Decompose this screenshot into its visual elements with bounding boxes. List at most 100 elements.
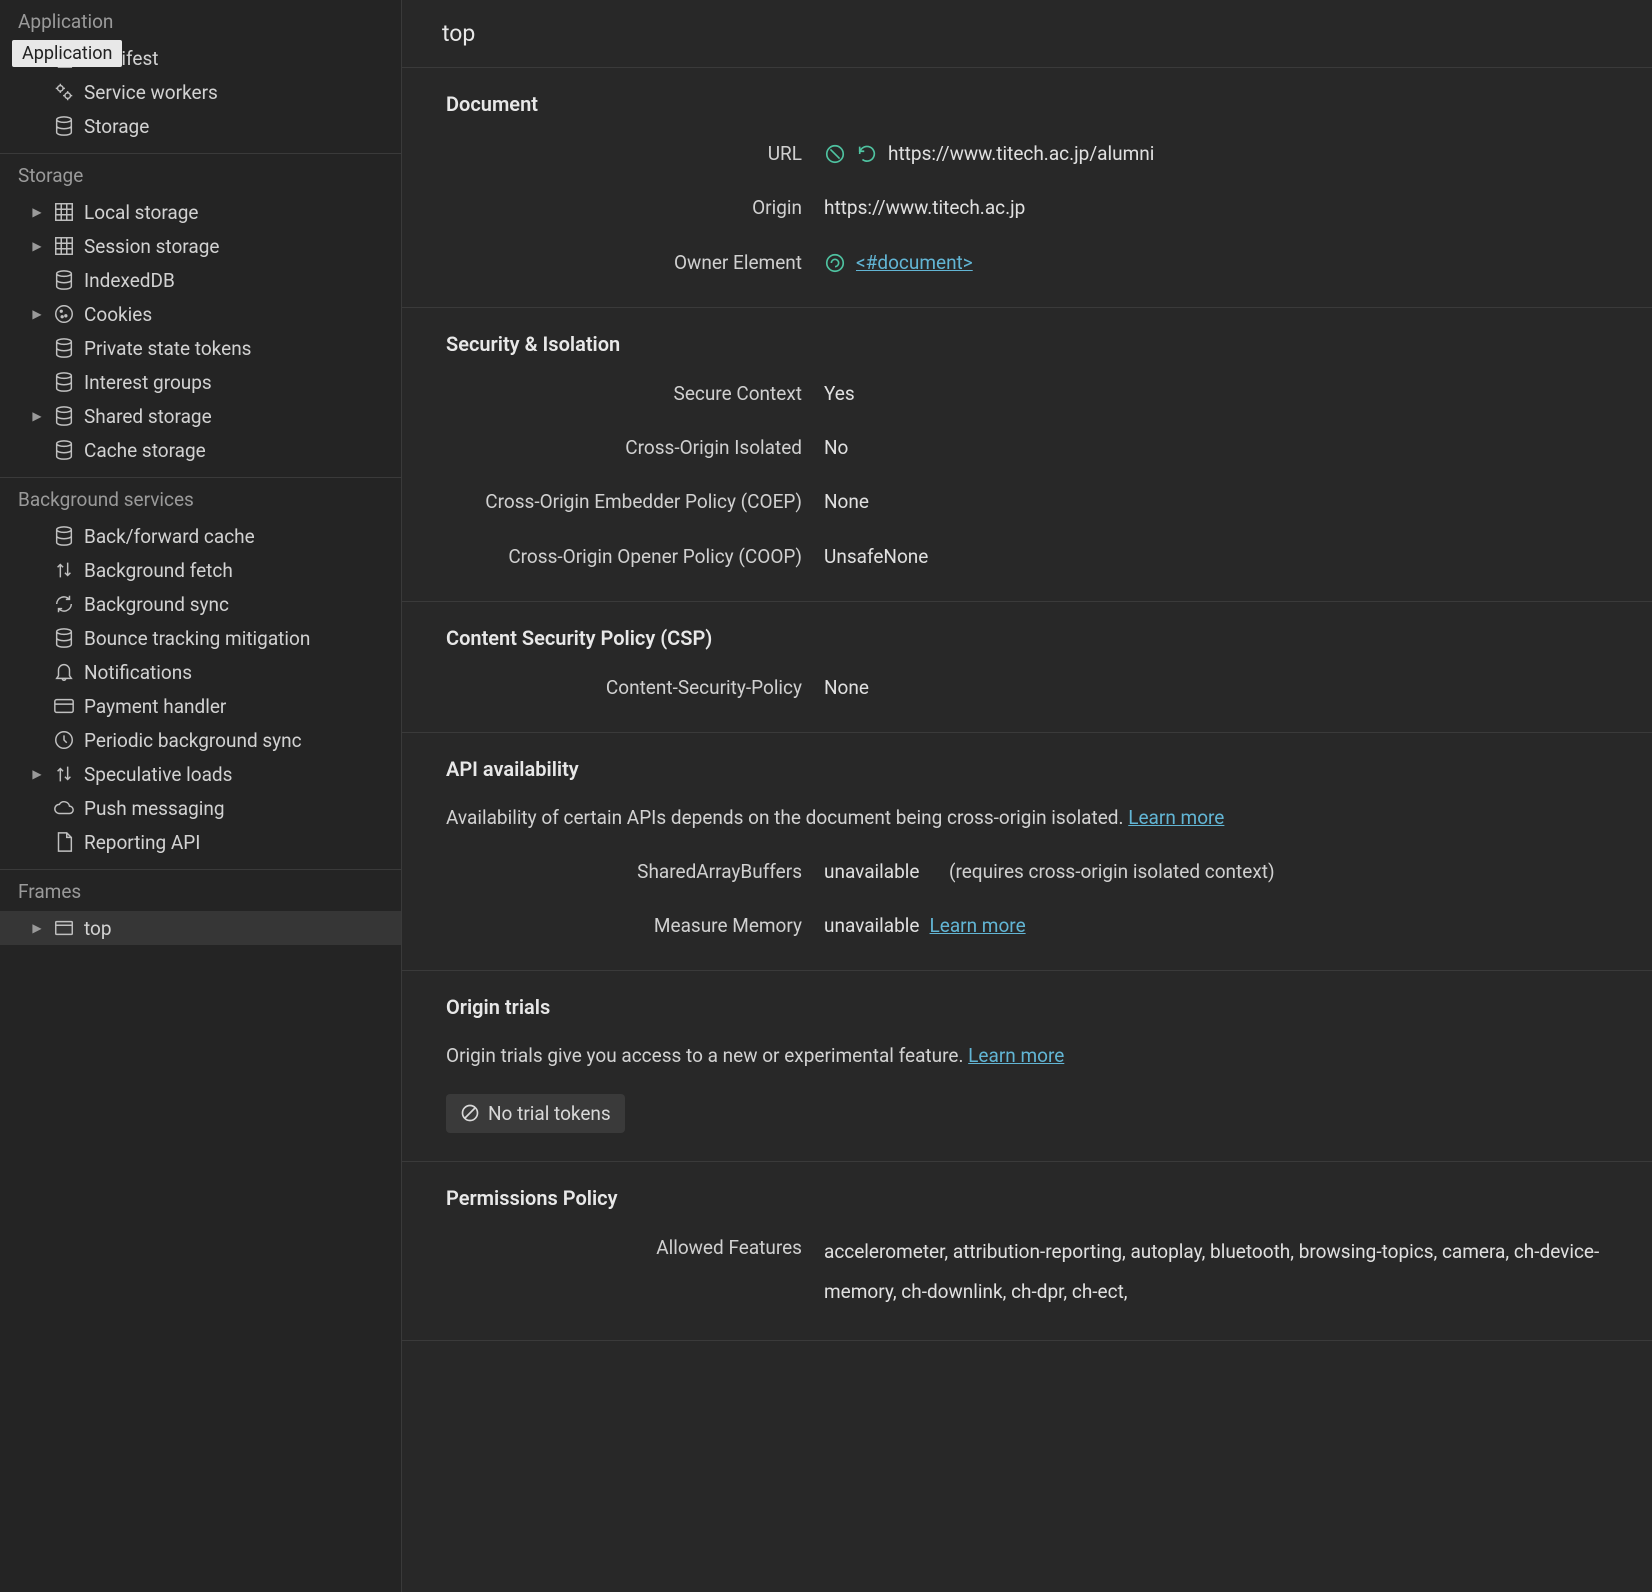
sidebar-item-shared-storage[interactable]: ▶ Shared storage (0, 399, 401, 433)
origintrials-learn-link[interactable]: Learn more (968, 1044, 1064, 1067)
security-heading: Security & Isolation (446, 332, 1608, 356)
gears-icon (52, 80, 76, 104)
sidebar-item-periodic-background-sync[interactable]: ▶Periodic background sync (0, 723, 401, 757)
db-icon (52, 114, 76, 138)
sidebar-item-interest-groups[interactable]: ▶Interest groups (0, 365, 401, 399)
grid-icon (52, 234, 76, 258)
chevron-right-icon[interactable]: ▶ (30, 921, 44, 935)
sidebar-item-service-workers[interactable]: ▶Service workers (0, 75, 401, 109)
sidebar-item-private-state-tokens[interactable]: ▶Private state tokens (0, 331, 401, 365)
sidebar-item-background-sync[interactable]: ▶Background sync (0, 587, 401, 621)
db-icon (52, 438, 76, 462)
updown-icon (52, 762, 76, 786)
sidebar-item-cookies[interactable]: ▶ Cookies (0, 297, 401, 331)
sidebar-item-label: Cookies (84, 303, 152, 326)
coi-value: No (824, 432, 848, 464)
sidebar-item-cache-storage[interactable]: ▶Cache storage (0, 433, 401, 467)
sidebar-item-storage[interactable]: ▶Storage (0, 109, 401, 143)
main-content: top Document URL https://www.titech.ac.j… (402, 0, 1652, 1592)
api-desc: Availability of certain APIs depends on … (446, 803, 1608, 833)
ban-icon (460, 1103, 480, 1123)
permissions-heading: Permissions Policy (446, 1186, 1608, 1210)
sidebar-item-label: Session storage (84, 235, 219, 258)
db-icon (52, 404, 76, 428)
db-icon (52, 268, 76, 292)
sidebar-item-push-messaging[interactable]: ▶Push messaging (0, 791, 401, 825)
section-header: Frames (0, 869, 401, 911)
sidebar-item-background-fetch[interactable]: ▶Background fetch (0, 553, 401, 587)
sidebar-item-speculative-loads[interactable]: ▶Speculative loads (0, 757, 401, 791)
coop-value: UnsafeNone (824, 541, 928, 573)
no-trial-pill: No trial tokens (446, 1094, 625, 1133)
csp-panel: Content Security Policy (CSP) Content-Se… (402, 602, 1652, 733)
sidebar-item-label: Private state tokens (84, 337, 252, 360)
sab-value: unavailable (824, 856, 920, 888)
chevron-right-icon[interactable]: ▶ (30, 409, 44, 423)
sidebar-item-label: Bounce tracking mitigation (84, 627, 310, 650)
tooltip: Application (12, 40, 122, 67)
sidebar-item-top[interactable]: ▶top (0, 911, 401, 945)
sidebar: Application Application▶Manifest▶Service… (0, 0, 402, 1592)
updown-icon (52, 558, 76, 582)
owner-label: Owner Element (446, 247, 824, 279)
sab-label: SharedArrayBuffers (446, 856, 824, 888)
frame-icon (52, 916, 76, 940)
refresh-icon[interactable] (856, 143, 878, 165)
section-header: Background services (0, 477, 401, 519)
sidebar-item-label: Notifications (84, 661, 192, 684)
stop-icon[interactable] (824, 143, 846, 165)
api-panel: API availability Availability of certain… (402, 733, 1652, 971)
sidebar-item-local-storage[interactable]: ▶Local storage (0, 195, 401, 229)
sidebar-item-payment-handler[interactable]: ▶Payment handler (0, 689, 401, 723)
clock-icon (52, 728, 76, 752)
sidebar-item-bounce-tracking-mitigation[interactable]: ▶Bounce tracking mitigation (0, 621, 401, 655)
sidebar-item-label: Cache storage (84, 439, 206, 462)
sab-hint: (requires cross-origin isolated context) (949, 856, 1275, 888)
allowed-label: Allowed Features (446, 1232, 824, 1264)
sidebar-item-label: Shared storage (84, 405, 212, 428)
target-icon[interactable] (824, 252, 846, 274)
mm-learn-link[interactable]: Learn more (930, 910, 1026, 942)
doc-icon (52, 830, 76, 854)
origintrials-desc: Origin trials give you access to a new o… (446, 1041, 1608, 1071)
sidebar-item-label: Background fetch (84, 559, 233, 582)
chevron-right-icon[interactable]: ▶ (30, 205, 44, 219)
sidebar-item-label: Service workers (84, 81, 218, 104)
sidebar-item-session-storage[interactable]: ▶ Session storage (0, 229, 401, 263)
chevron-right-icon[interactable]: ▶ (30, 307, 44, 321)
chevron-right-icon[interactable]: ▶ (30, 767, 44, 781)
frame-title: top (402, 0, 1652, 68)
bell-icon (52, 660, 76, 684)
sidebar-item-indexeddb[interactable]: ▶IndexedDB (0, 263, 401, 297)
document-heading: Document (446, 92, 1608, 116)
sidebar-item-label: Push messaging (84, 797, 225, 820)
sidebar-item-label: Background sync (84, 593, 229, 616)
sidebar-item-label: Periodic background sync (84, 729, 302, 752)
document-panel: Document URL https://www.titech.ac.jp/al… (402, 68, 1652, 308)
coep-label: Cross-Origin Embedder Policy (COEP) (446, 486, 824, 518)
mm-label: Measure Memory (446, 910, 824, 942)
origintrials-heading: Origin trials (446, 995, 1608, 1019)
csp-label: Content-Security-Policy (446, 672, 824, 704)
origin-value: https://www.titech.ac.jp (824, 192, 1025, 224)
sidebar-item-back-forward-cache[interactable]: ▶Back/forward cache (0, 519, 401, 553)
sidebar-item-label: Payment handler (84, 695, 226, 718)
sidebar-item-label: Interest groups (84, 371, 212, 394)
api-heading: API availability (446, 757, 1608, 781)
api-learn-link[interactable]: Learn more (1128, 806, 1224, 829)
owner-link[interactable]: <#document> (856, 247, 973, 279)
sync-icon (52, 592, 76, 616)
sidebar-item-reporting-api[interactable]: ▶Reporting API (0, 825, 401, 859)
sidebar-item-label: Reporting API (84, 831, 200, 854)
cookie-icon (52, 302, 76, 326)
chevron-right-icon[interactable]: ▶ (30, 239, 44, 253)
db-icon (52, 524, 76, 548)
csp-heading: Content Security Policy (CSP) (446, 626, 1608, 650)
coi-label: Cross-Origin Isolated (446, 432, 824, 464)
sidebar-item-label: Back/forward cache (84, 525, 255, 548)
db-icon (52, 626, 76, 650)
coep-value: None (824, 486, 869, 518)
sidebar-item-notifications[interactable]: ▶Notifications (0, 655, 401, 689)
url-label: URL (446, 138, 824, 170)
grid-icon (52, 200, 76, 224)
